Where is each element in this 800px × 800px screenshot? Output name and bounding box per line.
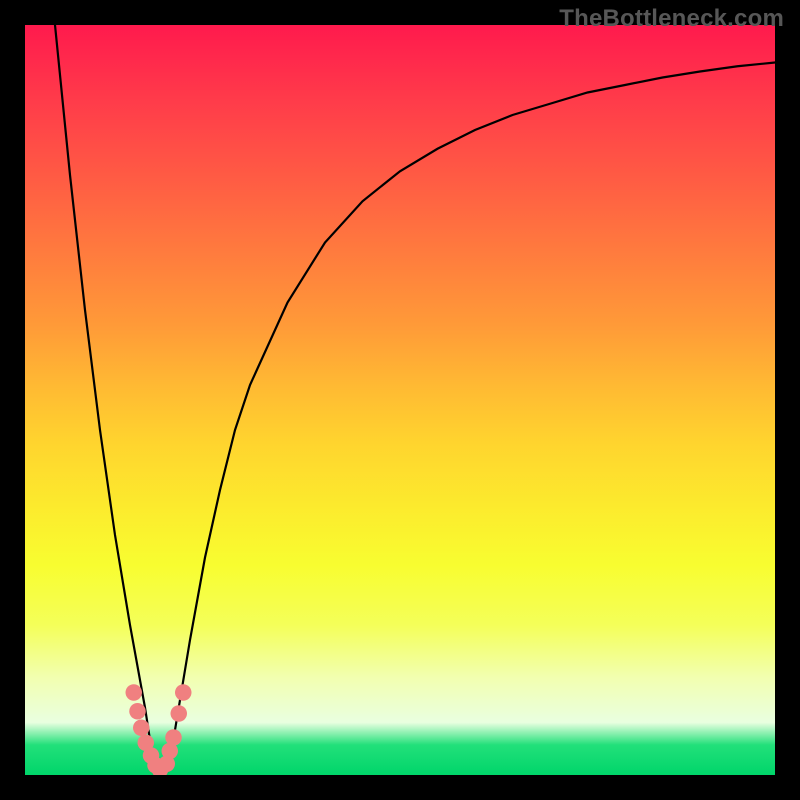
- watermark-text: TheBottleneck.com: [559, 5, 784, 33]
- marker-group: [126, 684, 192, 775]
- chart-svg: [25, 25, 775, 775]
- curve-marker: [129, 703, 146, 720]
- curve-marker: [133, 720, 150, 737]
- curve-marker: [126, 684, 143, 701]
- bottleneck-curve: [55, 25, 775, 775]
- curve-marker: [165, 729, 182, 746]
- curve-marker: [175, 684, 192, 701]
- chart-frame: TheBottleneck.com: [0, 0, 800, 800]
- plot-area: [25, 25, 775, 775]
- curve-marker: [171, 705, 188, 722]
